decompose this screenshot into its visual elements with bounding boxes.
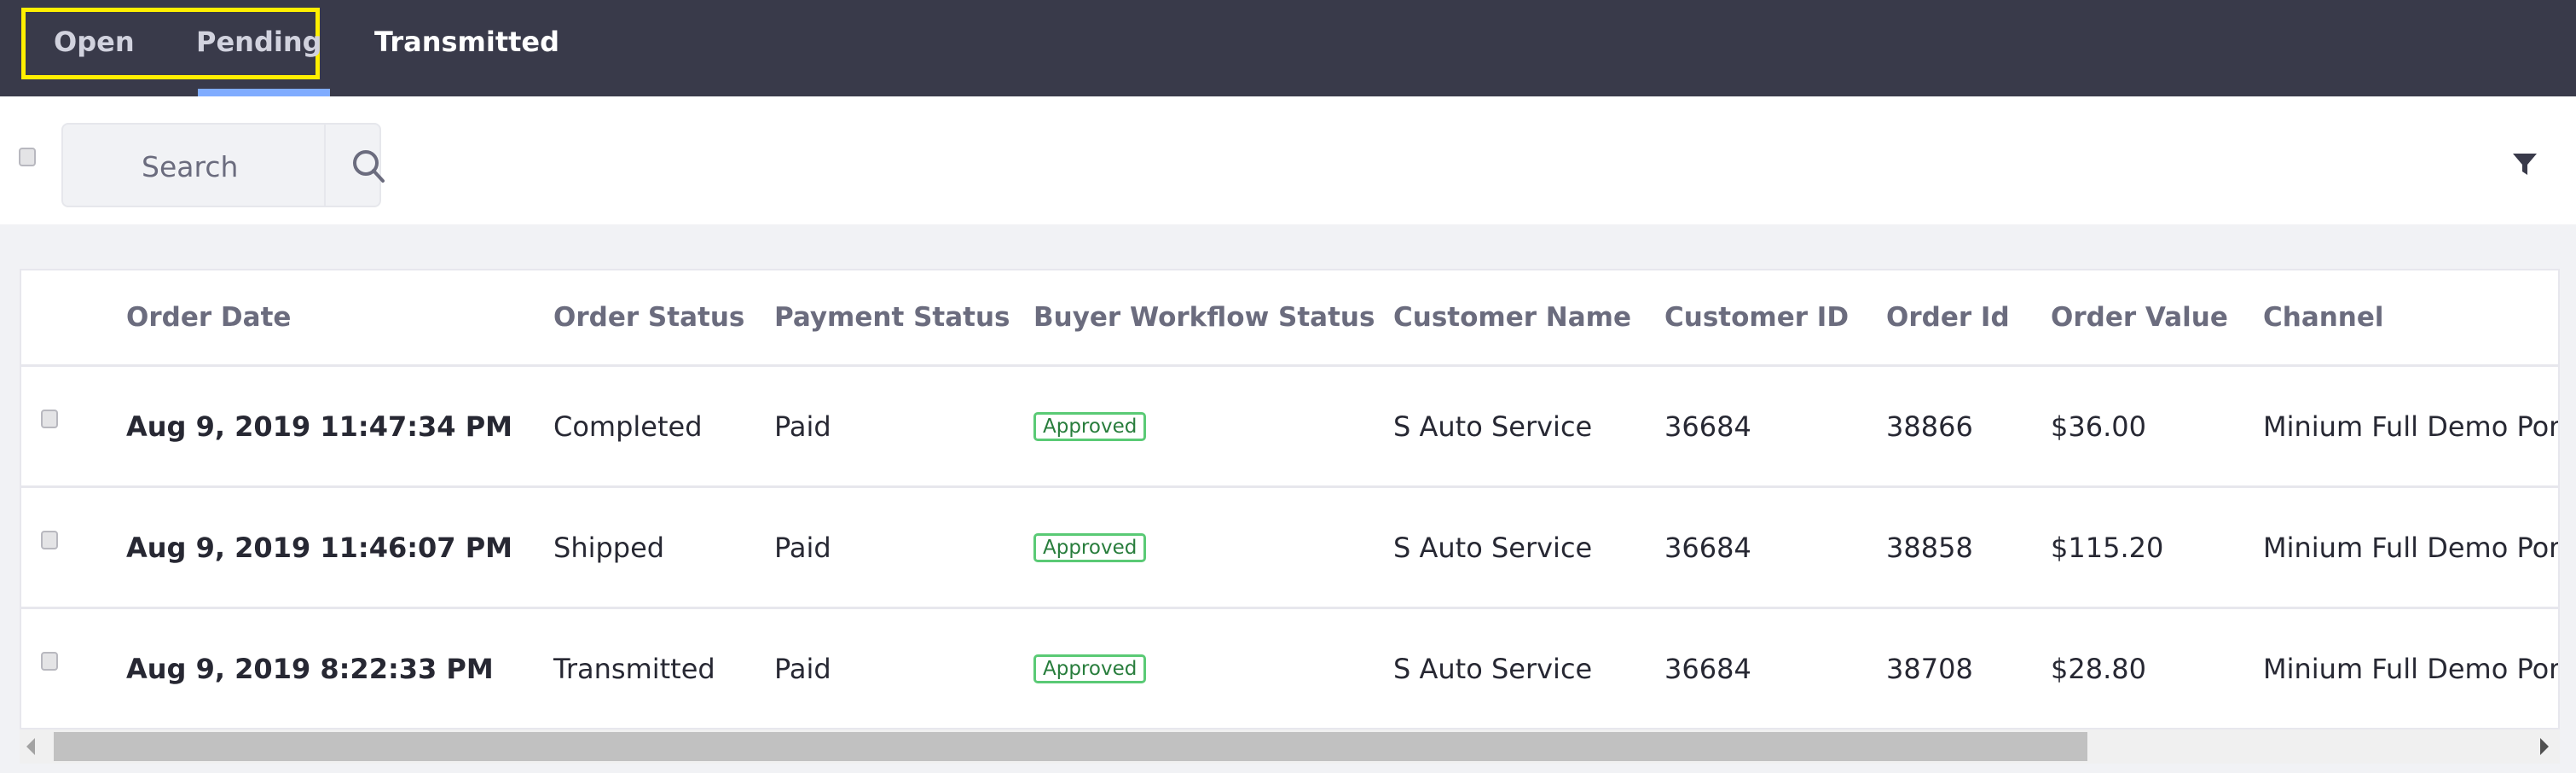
cell-order-id: 38858 — [1886, 488, 1973, 607]
filter-icon[interactable] — [2511, 151, 2538, 182]
cell-text: Paid — [774, 531, 831, 564]
cell-text: Shipped — [553, 531, 665, 564]
scroll-left-icon[interactable] — [26, 738, 35, 755]
cell-order-id: 38708 — [1886, 609, 1973, 728]
cell-text: 38866 — [1886, 410, 1973, 443]
cell-order-value: $36.00 — [2051, 367, 2146, 485]
column-header-customer-id[interactable]: Customer ID — [1664, 270, 1849, 364]
tab-transmitted[interactable]: Transmitted — [374, 26, 559, 58]
cell-order-value: $28.80 — [2051, 609, 2146, 728]
cell-text: Transmitted — [553, 652, 715, 685]
cell-order-status: Transmitted — [553, 609, 715, 728]
cell-payment-status: Paid — [774, 609, 831, 728]
cell-order-status: Completed — [553, 367, 703, 485]
top-tab-bar: Open Pending Transmitted — [0, 0, 2576, 96]
cell-order-value: $115.20 — [2051, 488, 2163, 607]
search-divider — [324, 125, 326, 206]
status-badge: Approved — [1033, 411, 1147, 441]
column-header-buyer-workflow-status[interactable]: Buyer Workflow Status — [1033, 270, 1375, 364]
status-badge: Approved — [1033, 654, 1147, 683]
cell-channel: Minium Full Demo Port — [2263, 488, 2560, 607]
cell-customer-name: S Auto Service — [1393, 367, 1592, 485]
cell-payment-status: Paid — [774, 367, 831, 485]
tab-open[interactable]: Open — [54, 26, 135, 58]
cell-buyer-workflow-status: Approved — [1033, 609, 1147, 728]
search-input[interactable]: Search — [142, 150, 238, 183]
table-row[interactable]: Aug 9, 2019 11:46:07 PM Shipped Paid Approv… — [21, 488, 2560, 609]
scroll-right-icon[interactable] — [2540, 738, 2549, 755]
cell-text: 38708 — [1886, 652, 1973, 685]
cell-payment-status: Paid — [774, 488, 831, 607]
tab-pending[interactable]: Pending — [196, 26, 322, 58]
cell-text: Paid — [774, 652, 831, 685]
horizontal-scrollbar[interactable] — [20, 729, 2560, 764]
cell-customer-name: S Auto Service — [1393, 488, 1592, 607]
cell-order-status: Shipped — [553, 488, 664, 607]
search-icon[interactable] — [350, 148, 388, 189]
column-header-order-date[interactable]: Order Date — [126, 270, 291, 364]
cell-customer-id: 36684 — [1664, 488, 1751, 607]
cell-channel: Minium Full Demo Port — [2263, 367, 2560, 485]
cell-customer-name: S Auto Service — [1393, 609, 1592, 728]
cell-text: S Auto Service — [1393, 531, 1593, 564]
select-all-checkbox[interactable] — [19, 148, 36, 166]
cell-text: Aug 9, 2019 11:46:07 PM — [126, 531, 512, 564]
cell-order-date: Aug 9, 2019 11:47:34 PM — [126, 367, 512, 485]
cell-channel: Minium Full Demo Port — [2263, 609, 2560, 728]
scrollbar-thumb[interactable] — [54, 732, 2087, 761]
cell-text: Minium Full Demo Port — [2263, 410, 2560, 443]
cell-text: 36684 — [1664, 410, 1751, 443]
cell-text: Completed — [553, 410, 703, 443]
cell-order-id: 38866 — [1886, 367, 1973, 485]
cell-text: $28.80 — [2051, 652, 2146, 685]
column-header-order-status[interactable]: Order Status — [553, 270, 744, 364]
column-header-order-value[interactable]: Order Value — [2051, 270, 2228, 364]
cell-order-date: Aug 9, 2019 11:46:07 PM — [126, 488, 512, 607]
cell-text: Minium Full Demo Port — [2263, 652, 2560, 685]
cell-customer-id: 36684 — [1664, 367, 1751, 485]
cell-text: Paid — [774, 410, 831, 443]
search-box: Search — [61, 123, 385, 207]
cell-text: Aug 9, 2019 8:22:33 PM — [126, 652, 494, 685]
cell-buyer-workflow-status: Approved — [1033, 367, 1147, 485]
row-checkbox[interactable] — [41, 531, 58, 549]
orders-table: Order Date Order Status Payment Status Buye… — [20, 269, 2560, 729]
cell-text: 38858 — [1886, 531, 1973, 564]
column-header-channel[interactable]: Channel — [2263, 270, 2384, 364]
column-header-customer-name[interactable]: Customer Name — [1393, 270, 1631, 364]
column-header-order-id[interactable]: Order Id — [1886, 270, 2010, 364]
cell-text: S Auto Service — [1393, 652, 1593, 685]
cell-text: S Auto Service — [1393, 410, 1593, 443]
table-row[interactable]: Aug 9, 2019 11:47:34 PM Completed Paid Appr… — [21, 367, 2560, 488]
row-checkbox[interactable] — [41, 410, 58, 428]
table-header-row: Order Date Order Status Payment Status Buye… — [21, 270, 2558, 367]
column-header-payment-status[interactable]: Payment Status — [774, 270, 1010, 364]
cell-text: 36684 — [1664, 531, 1751, 564]
active-tab-indicator — [198, 89, 330, 96]
table-row[interactable]: Aug 9, 2019 8:22:33 PM Transmitted Paid App… — [21, 609, 2560, 728]
cell-customer-id: 36684 — [1664, 609, 1751, 728]
row-checkbox[interactable] — [41, 652, 58, 671]
cell-buyer-workflow-status: Approved — [1033, 488, 1147, 607]
status-badge: Approved — [1033, 532, 1147, 562]
toolbar: Search — [0, 96, 2576, 224]
cell-text: Aug 9, 2019 11:47:34 PM — [126, 410, 512, 443]
cell-text: $36.00 — [2051, 410, 2146, 443]
cell-text: Minium Full Demo Port — [2263, 531, 2560, 564]
cell-text: 36684 — [1664, 652, 1751, 685]
cell-order-date: Aug 9, 2019 8:22:33 PM — [126, 609, 494, 728]
cell-text: $115.20 — [2051, 531, 2164, 564]
